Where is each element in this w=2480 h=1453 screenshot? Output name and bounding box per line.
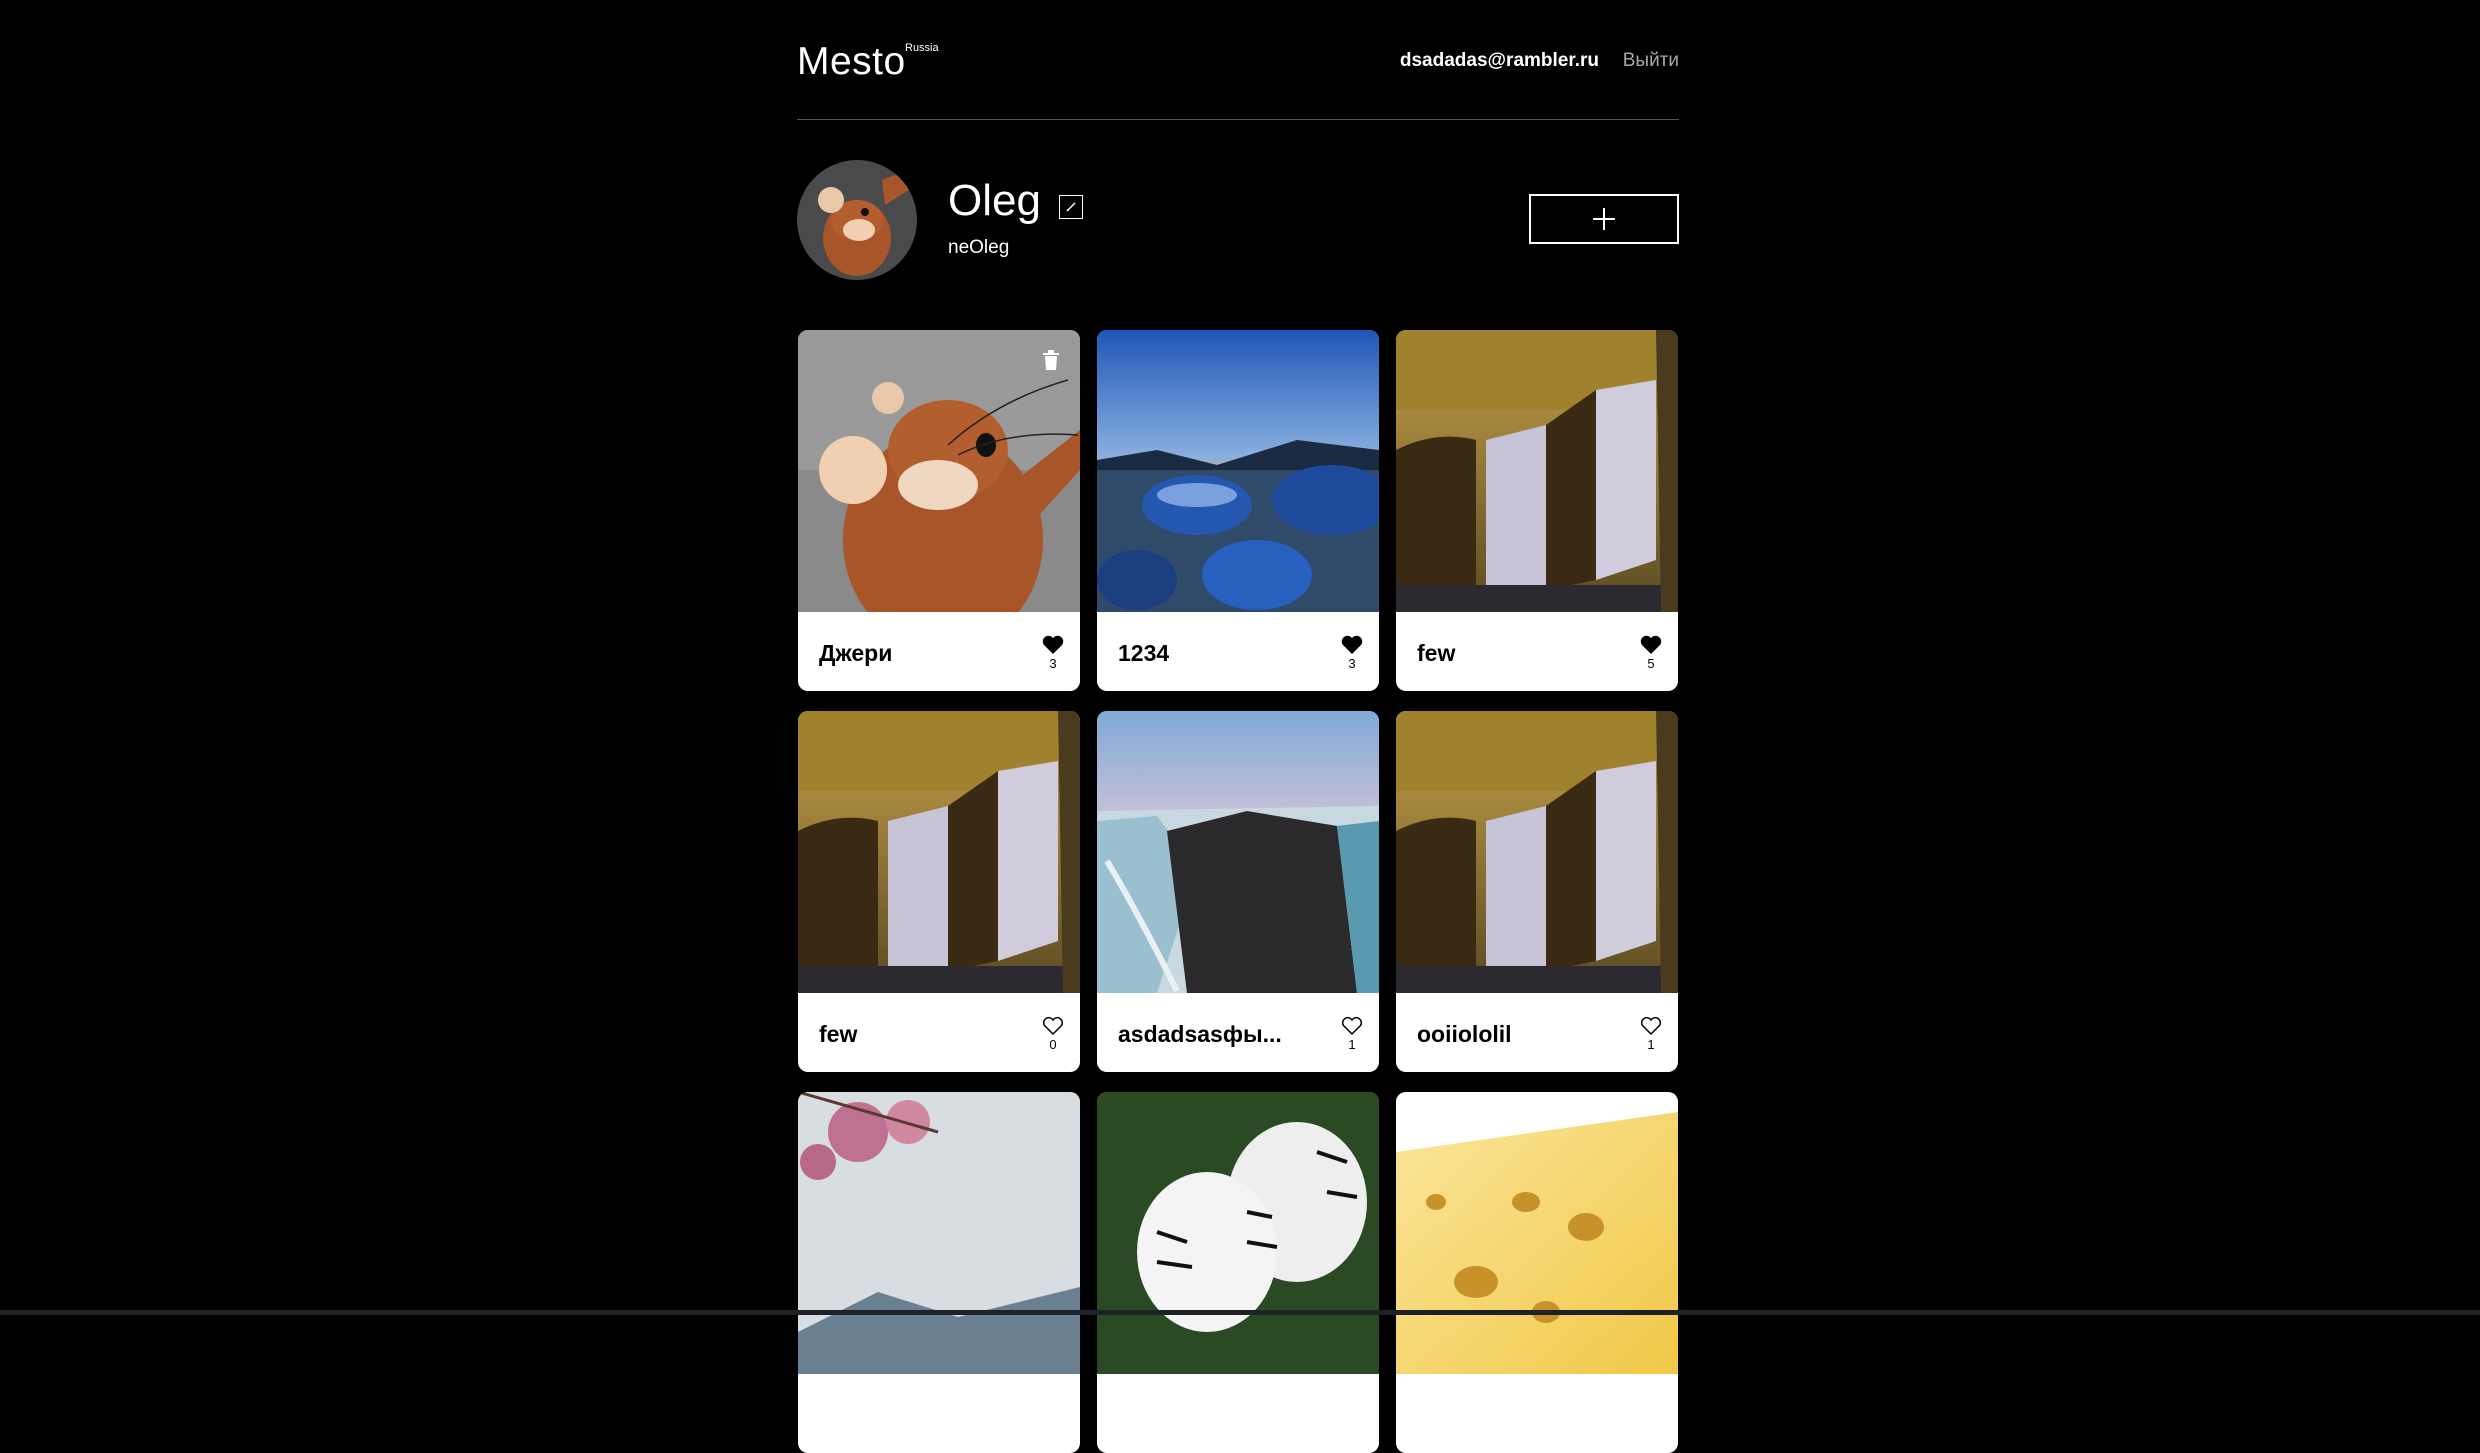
add-card-button[interactable]	[1529, 194, 1679, 244]
like-count: 5	[1647, 656, 1655, 671]
card: few 5	[1396, 330, 1678, 691]
heart-filled-icon	[1640, 635, 1662, 654]
profile-section: Oleg neOleg	[797, 120, 1679, 330]
card-image[interactable]	[1097, 1092, 1379, 1374]
header: Mesto Russia dsadadas@rambler.ru Выйти	[797, 0, 1679, 120]
heart-outline-icon	[1042, 1016, 1064, 1036]
card: 1234 3	[1097, 330, 1379, 691]
like-button[interactable]: 1	[1639, 1016, 1663, 1052]
card-image[interactable]	[798, 1092, 1080, 1374]
card-image[interactable]	[798, 711, 1080, 993]
trash-icon	[1043, 350, 1059, 370]
card-title: ooiiololil	[1417, 1021, 1512, 1047]
card-title: 1234	[1118, 640, 1170, 666]
delete-card-button[interactable]	[1042, 350, 1060, 370]
heart-outline-icon	[1640, 1016, 1662, 1036]
card-title: asdadsasфы...	[1118, 1021, 1282, 1047]
like-count: 1	[1348, 1037, 1356, 1052]
profile-name: Oleg	[948, 176, 1041, 225]
like-button[interactable]: 3	[1041, 635, 1065, 671]
card-footer: 1234 3	[1097, 612, 1379, 691]
card	[1396, 1092, 1678, 1453]
logout-link[interactable]: Выйти	[1623, 50, 1679, 72]
avatar[interactable]	[797, 160, 917, 280]
card-image[interactable]	[1097, 711, 1379, 993]
bottom-scrollbar	[0, 1310, 2480, 1315]
logo[interactable]: Mesto	[797, 40, 906, 84]
card	[798, 1092, 1080, 1453]
like-count: 3	[1348, 656, 1356, 671]
heart-filled-icon	[1042, 635, 1064, 654]
profile-about: neOleg	[948, 237, 1010, 258]
like-button[interactable]: 3	[1340, 635, 1364, 671]
card-title: few	[819, 1021, 858, 1047]
like-button[interactable]: 1	[1340, 1016, 1364, 1052]
edit-profile-button[interactable]	[1059, 195, 1083, 219]
heart-outline-icon	[1341, 1016, 1363, 1036]
card: ooiiololil 1	[1396, 711, 1678, 1072]
card: Джери 3	[798, 330, 1080, 691]
card-image[interactable]	[1396, 1092, 1678, 1374]
card-footer: asdadsasфы... 1	[1097, 993, 1379, 1072]
card-footer: few 5	[1396, 612, 1678, 691]
like-button[interactable]: 0	[1041, 1016, 1065, 1052]
like-count: 0	[1049, 1037, 1057, 1052]
plus-icon	[1593, 208, 1615, 230]
card-footer: ooiiololil 1	[1396, 993, 1678, 1072]
heart-filled-icon	[1341, 635, 1363, 654]
logo-region-label: Russia	[905, 42, 939, 54]
card-image[interactable]	[1097, 330, 1379, 612]
user-email: dsadadas@rambler.ru	[1399, 50, 1599, 71]
card-image[interactable]	[798, 330, 1080, 612]
card-footer: Джери 3	[798, 612, 1080, 691]
like-button[interactable]: 5	[1639, 635, 1663, 671]
card-image[interactable]	[1396, 711, 1678, 993]
card-title: Джери	[819, 640, 893, 666]
page: Mesto Russia dsadadas@rambler.ru Выйти O…	[797, 0, 1679, 1453]
card	[1097, 1092, 1379, 1453]
card-footer: few 0	[798, 993, 1080, 1072]
like-count: 1	[1647, 1037, 1655, 1052]
card: few 0	[798, 711, 1080, 1072]
card-image[interactable]	[1396, 330, 1678, 612]
like-count: 3	[1049, 656, 1057, 671]
card: asdadsasфы... 1	[1097, 711, 1379, 1072]
pencil-icon	[1066, 202, 1076, 212]
card-title: few	[1417, 640, 1456, 666]
